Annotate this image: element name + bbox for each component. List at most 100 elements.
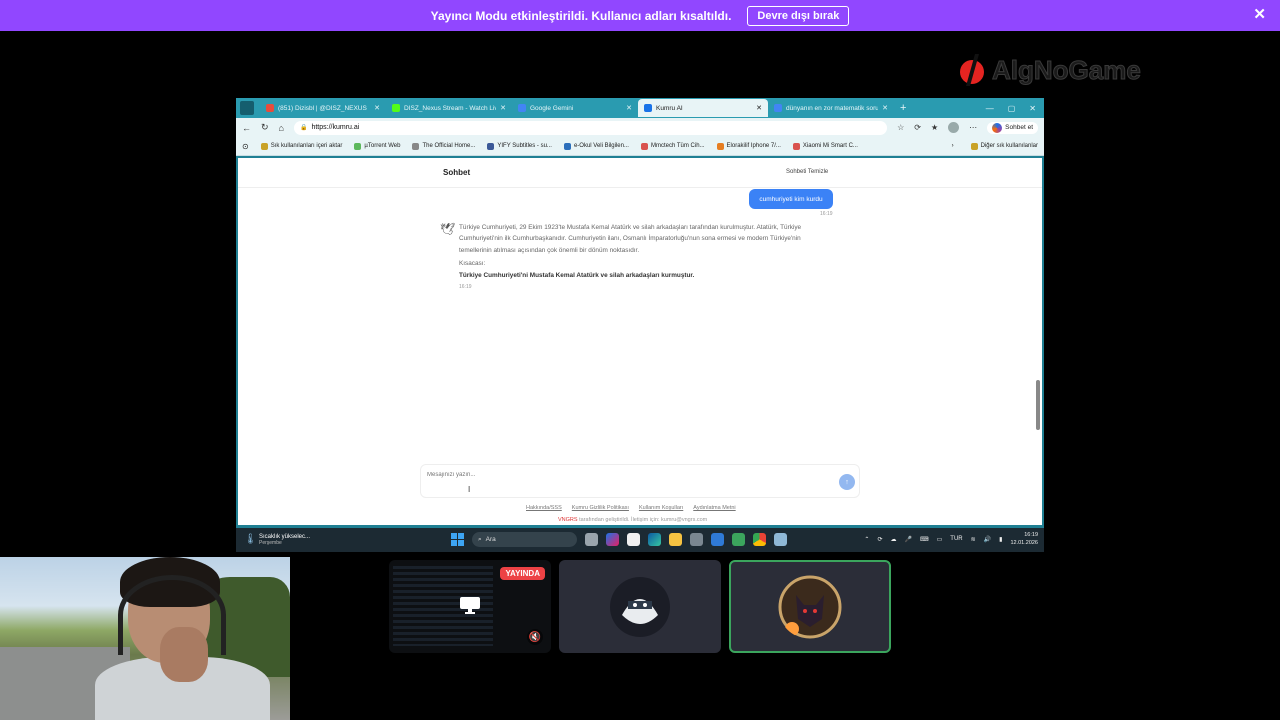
address-bar: ← ↻ ⌂ 🔒 https://kumru.ai ☆ ⟳ ★ ⋯ Sohbet … [236,118,1044,137]
mic-icon[interactable]: 🎤 [904,536,911,543]
wifi-icon[interactable]: ≋ [971,536,976,543]
volume-icon[interactable]: 🔊 [984,536,991,543]
chevron-right-icon[interactable]: › [952,143,954,149]
screen-share-tile[interactable]: YAYINDA 🔇 [389,560,551,653]
xbox-icon[interactable] [732,533,745,546]
taskbar-search[interactable]: ⌕ Ara [472,532,577,547]
close-tab-icon[interactable]: ✕ [756,104,762,112]
footer-link-disclosure[interactable]: Aydınlatma Metni [693,505,735,511]
bookmarks-toggle-icon[interactable]: ⊙ [242,142,249,151]
tab-kick-stream[interactable]: DISZ_Nexus Stream - Watch Live ✕ [386,99,512,117]
bookmark-item[interactable]: Xiaomi Mi Smart C... [792,142,858,150]
bookmark-item[interactable]: µTorrent Web [354,142,401,150]
clock[interactable]: 16:19 12.01.2026 [1010,531,1038,547]
other-bookmarks[interactable]: › Diğer sık kullanılanlar [952,142,1038,150]
tab-label: dünyanın en zor matematik sorusu A [786,104,879,112]
message-input[interactable] [427,472,727,478]
reload-icon[interactable]: ↻ [261,122,269,133]
new-tab-icon[interactable]: + [894,102,912,114]
copilot-chat-button[interactable]: Sohbet et [987,121,1038,134]
close-icon[interactable]: ✕ [1253,5,1266,23]
tab-favicon-icon [266,104,274,112]
file-explorer-icon[interactable] [669,533,682,546]
settings-icon[interactable] [690,533,703,546]
more-icon[interactable]: ⋯ [969,123,977,132]
tab-search[interactable]: dünyanın en zor matematik sorusu A ✕ [768,99,894,117]
refresh-extension-icon[interactable]: ⟳ [914,123,921,132]
footer-brand[interactable]: VNGRS [558,517,578,523]
edge-icon[interactable] [648,533,661,546]
tab-kumru-ai[interactable]: Kumru AI ✕ [638,99,768,117]
app-icon[interactable] [774,533,787,546]
tab-gemini[interactable]: Google Gemini ✕ [512,99,638,117]
footer-link-privacy[interactable]: Kumru Gizlilik Politikası [572,505,629,511]
send-button[interactable]: ↑ [839,474,855,490]
close-tab-icon[interactable]: ✕ [626,104,632,112]
task-view-icon[interactable] [585,533,598,546]
chat-header: Sohbet Sohbeti Temizle [238,158,1042,188]
summary-label: Kısacası: [459,260,486,267]
speaker-muted-icon[interactable]: 🔇 [527,629,543,645]
search-icon: ⌕ [478,535,482,543]
clear-chat-button[interactable]: Sohbeti Temizle [786,169,828,175]
participant-tile[interactable] [559,560,721,653]
footer-link-terms[interactable]: Kullanım Koşulları [639,505,683,511]
browser-window: (851) Dizisbl | @DISZ_NEXUS ✕ DISZ_Nexus… [236,98,1044,551]
close-tab-icon[interactable]: ✕ [500,104,506,112]
maximize-icon[interactable]: ▢ [1008,104,1016,113]
keyboard-icon[interactable]: ⌨ [920,536,929,543]
home-icon[interactable]: ⌂ [279,123,284,133]
tab-label: DISZ_Nexus Stream - Watch Live [404,104,497,112]
page-scrollbar[interactable] [1036,188,1040,458]
banner-text: Yayıncı Modu etkinleştirildi. Kullanıcı … [430,8,732,23]
user-message-time: 16:19 [820,211,833,217]
favorite-star-icon[interactable]: ☆ [897,123,904,132]
chat-title: Sohbet [443,168,471,177]
elora-icon [716,142,724,150]
refresh-tray-icon[interactable]: ⟳ [877,536,882,543]
close-tab-icon[interactable]: ✕ [882,104,888,112]
user-message-bubble: cumhuriyeti kim kurdu [749,189,833,209]
back-icon[interactable]: ← [242,123,251,133]
weather-widget[interactable]: 🌡 Sıcaklık yükselec... Perşembe [244,534,310,546]
bookmark-item[interactable]: Elorakilif Iphone 7/... [716,142,781,150]
bookmark-item[interactable]: e-Okul Veli Bilgilen... [563,142,629,150]
chrome-icon[interactable] [753,533,766,546]
bookmark-item[interactable]: The Official Home... [412,142,475,150]
url-field[interactable]: 🔒 https://kumru.ai [293,120,888,135]
cloud-icon[interactable]: ☁ [890,536,896,543]
clock-date: 12.01.2026 [1010,540,1038,546]
favorites-icon[interactable]: ★ [931,123,938,132]
minimize-icon[interactable]: — [986,104,994,113]
display-icon[interactable]: ▭ [937,536,943,543]
store-icon[interactable] [627,533,640,546]
bookmark-label: YIFY Subtitles - su... [497,143,552,149]
bookmark-label: µTorrent Web [364,143,401,149]
close-tab-icon[interactable]: ✕ [374,104,380,112]
participant-tile-speaking[interactable] [729,560,891,653]
language-indicator[interactable]: TUR [950,536,962,542]
footer-link-about[interactable]: Hakkında/SSS [526,505,562,511]
clock-time: 16:19 [1024,532,1038,538]
text-cursor-icon: I [468,485,471,494]
bookmark-label: Mmctech Tüm Cih... [650,143,705,149]
scroll-thumb[interactable] [1036,380,1040,430]
taskbar-search-label: Ara [485,536,496,543]
monitor-icon [460,597,480,614]
windows-start-icon[interactable] [451,533,464,546]
battery-icon[interactable]: ▮ [999,536,1002,543]
bookmark-item[interactable]: YIFY Subtitles - su... [487,142,552,150]
mail-icon[interactable] [711,533,724,546]
bookmark-item[interactable]: Sık kullanılanları içeri aktar [260,142,342,150]
close-window-icon[interactable]: ✕ [1029,104,1036,113]
bookmarks-bar: ⊙ Sık kullanılanları içeri aktar µTorren… [236,137,1044,156]
disable-streamer-mode-button[interactable]: Devre dışı bırak [747,5,850,26]
tab-discord[interactable]: (851) Dizisbl | @DISZ_NEXUS ✕ [260,99,386,117]
bookmark-item[interactable]: Mmctech Tüm Cih... [640,142,705,150]
window-controls: — ▢ ✕ [986,104,1044,113]
tab-actions-icon[interactable] [240,101,254,115]
chevron-up-icon[interactable]: ⌃ [864,536,869,543]
profile-avatar[interactable] [948,122,960,133]
taskbar-apps: ⌕ Ara [451,532,787,547]
copilot-app-icon[interactable] [606,533,619,546]
